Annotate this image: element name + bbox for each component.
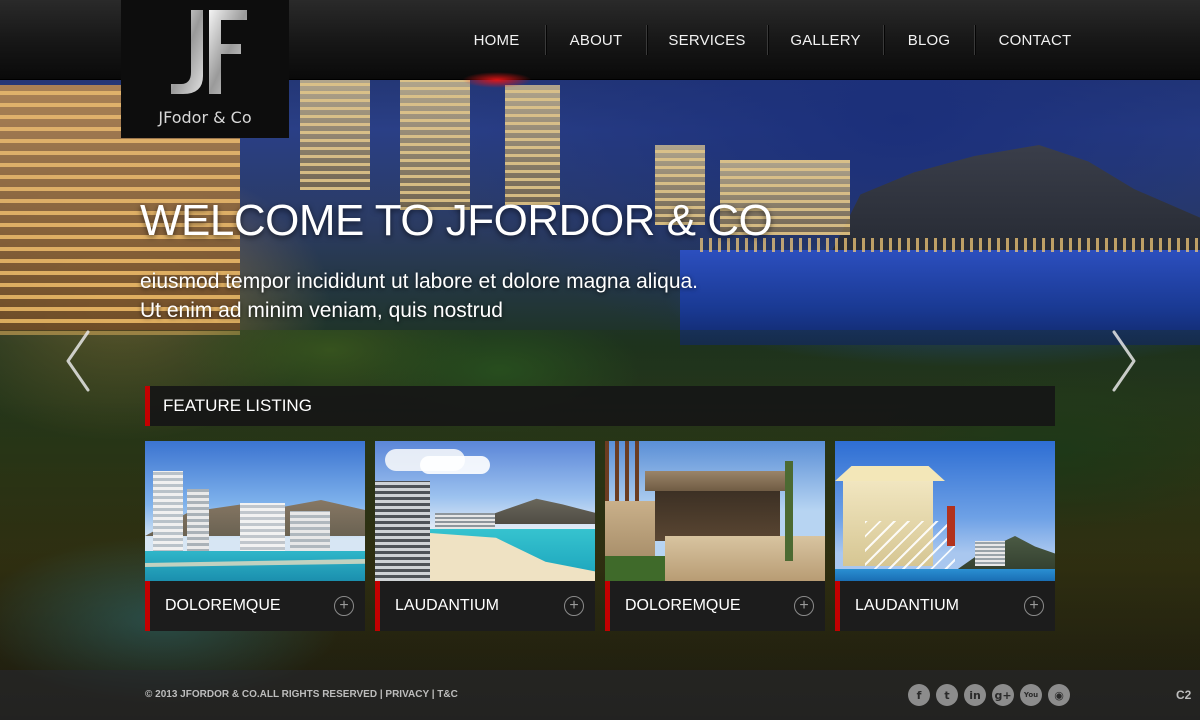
nav-services[interactable]: SERVICES [647, 0, 767, 80]
card-caption[interactable]: DOLOREMQUE + [145, 581, 365, 631]
card-title: LAUDANTIUM [395, 597, 500, 614]
card-title: DOLOREMQUE [165, 597, 281, 614]
facebook-icon[interactable]: f [908, 684, 930, 706]
card-title: DOLOREMQUE [625, 597, 741, 614]
card-caption[interactable]: DOLOREMQUE + [605, 581, 825, 631]
googleplus-icon[interactable]: g+ [992, 684, 1014, 706]
youtube-icon[interactable]: You [1020, 684, 1042, 706]
main-nav: HOME ABOUT SERVICES GALLERY BLOG CONTACT [448, 0, 1095, 80]
chevron-right-icon[interactable] [1108, 330, 1138, 392]
card-caption[interactable]: LAUDANTIUM + [835, 581, 1055, 631]
rss-icon[interactable]: ◉ [1048, 684, 1070, 706]
nav-home[interactable]: HOME [448, 0, 545, 80]
footer: © 2013 JFORDOR & CO.ALL RIGHTS RESERVED … [0, 670, 1200, 720]
feature-card[interactable]: LAUDANTIUM + [835, 441, 1055, 631]
plus-circle-icon[interactable]: + [334, 596, 354, 616]
hero-title: WELCOME TO JFORDOR & CO [140, 196, 773, 245]
hero-subtitle-line-2: Ut enim ad minim veniam, quis nostrud [140, 299, 503, 322]
twitter-icon[interactable]: t [936, 684, 958, 706]
card-caption[interactable]: LAUDANTIUM + [375, 581, 595, 631]
feature-listing-label: FEATURE LISTING [163, 396, 312, 415]
nav-gallery[interactable]: GALLERY [768, 0, 883, 80]
card-photo [605, 441, 825, 581]
linkedin-icon[interactable]: in [964, 684, 986, 706]
plus-circle-icon[interactable]: + [794, 596, 814, 616]
card-title: LAUDANTIUM [855, 597, 960, 614]
plus-circle-icon[interactable]: + [564, 596, 584, 616]
nav-about[interactable]: ABOUT [546, 0, 646, 80]
social-links: f t in g+ You ◉ [908, 684, 1070, 706]
feature-card[interactable]: DOLOREMQUE + [145, 441, 365, 631]
chevron-left-icon[interactable] [64, 330, 94, 392]
nav-blog[interactable]: BLOG [884, 0, 974, 80]
feature-cards: DOLOREMQUE + LAUDANTIUM + DOLOREMQUE + L… [145, 441, 1055, 631]
card-photo [375, 441, 595, 581]
feature-card[interactable]: DOLOREMQUE + [605, 441, 825, 631]
feature-card[interactable]: LAUDANTIUM + [375, 441, 595, 631]
card-photo [145, 441, 365, 581]
hero-subtitle-line-1: eiusmod tempor incididunt ut labore et d… [140, 270, 699, 293]
nav-contact[interactable]: CONTACT [975, 0, 1095, 80]
plus-circle-icon[interactable]: + [1024, 596, 1044, 616]
jf-logo-mark [171, 10, 247, 94]
logo-name: JFodor & Co [158, 108, 252, 127]
copyright-text: © 2013 JFORDOR & CO.ALL RIGHTS RESERVED … [145, 689, 458, 700]
logo[interactable]: JFodor & Co [121, 0, 289, 138]
card-photo [835, 441, 1055, 581]
corner-tag: C2 [1176, 688, 1192, 702]
feature-listing-heading: FEATURE LISTING [145, 386, 1055, 426]
